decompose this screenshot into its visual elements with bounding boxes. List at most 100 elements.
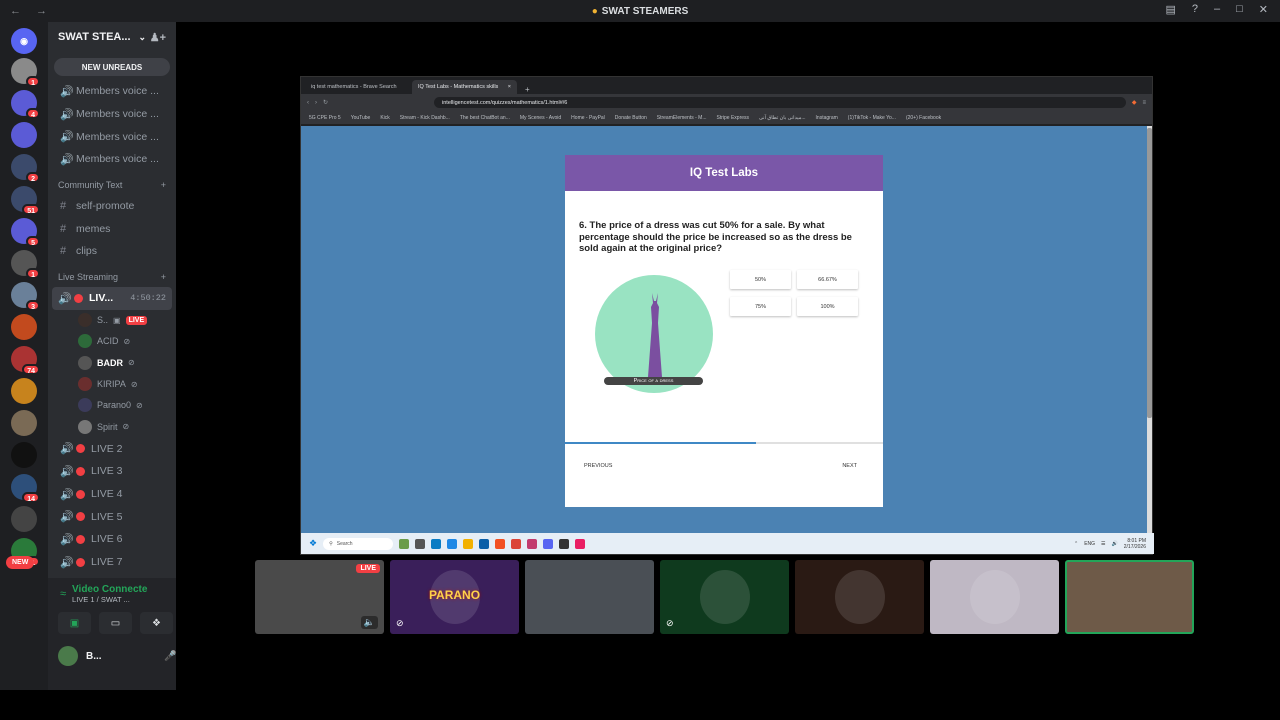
participant-tile[interactable] bbox=[795, 560, 924, 634]
brave-shield-icon[interactable]: ◆ bbox=[1132, 99, 1137, 106]
bookmark-item[interactable]: 5G CPE Pro 5 bbox=[309, 115, 341, 121]
voice-channel[interactable]: LIVE 1 / SWAT ... bbox=[72, 595, 181, 604]
app-icon[interactable] bbox=[527, 538, 538, 549]
obs-icon[interactable] bbox=[559, 538, 570, 549]
tab-iq-test[interactable]: IQ Test Labs - Mathematics skills × bbox=[412, 80, 517, 94]
bookmark-item[interactable]: Home - PayPal bbox=[571, 115, 605, 121]
menu-icon[interactable]: ≡ bbox=[1142, 100, 1146, 106]
new-unreads-button[interactable]: NEW UNREADS bbox=[54, 58, 170, 76]
add-channel-icon[interactable]: + bbox=[161, 272, 166, 282]
channel-live-1[interactable]: 🔊 LIV... 4:50:22 bbox=[52, 286, 172, 310]
voice-user[interactable]: Parano0 ⊘ bbox=[48, 395, 176, 416]
channel-members-voice[interactable]: 🔊 Members voice ... bbox=[48, 148, 176, 171]
participant-tile[interactable]: PARANO ⊘ bbox=[390, 560, 519, 634]
channel-live[interactable]: 🔊 LIVE 4 bbox=[48, 483, 176, 506]
option-50[interactable]: 50% bbox=[730, 270, 791, 289]
widget-icon[interactable] bbox=[399, 538, 410, 549]
channel-live[interactable]: 🔊 LIVE 2 bbox=[48, 437, 176, 460]
server-icon[interactable]: 4 bbox=[11, 90, 40, 119]
channel-live[interactable]: 🔊 LIVE 7 bbox=[48, 551, 176, 574]
discord-home-icon[interactable]: ◉ bbox=[11, 28, 37, 54]
volume-icon[interactable]: 🔊 bbox=[1112, 541, 1118, 547]
username[interactable]: B... bbox=[86, 651, 156, 662]
wifi-icon[interactable]: ☰ bbox=[1101, 541, 1105, 547]
lang-indicator[interactable]: ENG bbox=[1084, 541, 1095, 547]
server-icon[interactable] bbox=[11, 122, 37, 148]
bookmark-item[interactable]: Kick bbox=[380, 115, 389, 121]
camera-button[interactable]: ▣ bbox=[58, 612, 91, 634]
task-view-icon[interactable] bbox=[415, 538, 426, 549]
explorer-icon[interactable] bbox=[447, 538, 458, 549]
bookmark-item[interactable]: My Scenes - Avoid bbox=[520, 115, 561, 121]
bookmark-item[interactable]: (20+) Facebook bbox=[906, 115, 941, 121]
server-icon[interactable]: 1 bbox=[11, 58, 40, 87]
server-icon[interactable]: 3 bbox=[11, 282, 40, 311]
guild-header[interactable]: SWAT STEA... ⌄ ♟+ bbox=[48, 22, 176, 52]
voice-user[interactable]: BADR ⊘ bbox=[48, 352, 176, 373]
screen-share-button[interactable]: ▭ bbox=[99, 612, 132, 634]
bookmark-item[interactable]: Instagram bbox=[816, 115, 838, 121]
server-icon[interactable] bbox=[11, 314, 37, 340]
channel-text[interactable]: # memes bbox=[48, 217, 176, 240]
new-tab-icon[interactable]: + bbox=[519, 85, 536, 94]
avatar[interactable] bbox=[58, 646, 78, 666]
server-icon[interactable]: 74 bbox=[11, 346, 40, 375]
camera-tile[interactable] bbox=[525, 560, 654, 634]
next-button[interactable]: NEXT bbox=[842, 463, 857, 469]
scroll-thumb[interactable] bbox=[1147, 128, 1152, 418]
inbox-icon[interactable]: ▤ bbox=[1165, 3, 1175, 16]
activities-button[interactable]: ❖ bbox=[140, 612, 173, 634]
reload-icon[interactable]: ↻ bbox=[323, 99, 328, 106]
windows-start-icon[interactable]: ❖ bbox=[309, 538, 317, 549]
microphone-icon[interactable]: 🎤 bbox=[164, 651, 176, 662]
channel-text[interactable]: # self-promote bbox=[48, 195, 176, 218]
taskbar-search[interactable]: ⚲ Search bbox=[323, 537, 394, 550]
channel-live[interactable]: 🔊 LIVE 6 bbox=[48, 528, 176, 551]
category-community-text[interactable]: Community Text + bbox=[48, 175, 176, 195]
voice-user[interactable]: Spirit ⊘ bbox=[48, 416, 176, 437]
channel-members-voice[interactable]: 🔊 Members voice ... bbox=[48, 125, 176, 148]
volume-icon[interactable]: 🔈 bbox=[360, 616, 378, 629]
bookmark-item[interactable]: Stream - Kick Dashb... bbox=[400, 115, 450, 121]
discord-icon[interactable] bbox=[543, 538, 554, 549]
help-icon[interactable]: ? bbox=[1192, 3, 1198, 16]
channel-text[interactable]: # clips bbox=[48, 240, 176, 263]
camera-tile[interactable] bbox=[1065, 560, 1194, 634]
maximize-button[interactable]: □ bbox=[1236, 3, 1243, 16]
folder-icon[interactable] bbox=[463, 538, 474, 549]
minimize-button[interactable]: – bbox=[1214, 3, 1220, 16]
clock[interactable]: 8:01 PM 2/17/2026 bbox=[1124, 538, 1146, 550]
forward-icon[interactable]: › bbox=[315, 100, 317, 106]
server-icon[interactable] bbox=[11, 378, 37, 404]
bookmark-item[interactable]: Donate Button bbox=[615, 115, 647, 121]
store-icon[interactable] bbox=[479, 538, 490, 549]
server-icon[interactable]: 1 bbox=[11, 250, 40, 279]
close-tab-icon[interactable]: × bbox=[508, 84, 511, 90]
voice-user[interactable]: S.. ▣ LIVE bbox=[48, 310, 176, 331]
option-66-67[interactable]: 66.67% bbox=[797, 270, 858, 289]
channel-live[interactable]: 🔊 LIVE 5 bbox=[48, 505, 176, 528]
brave-icon[interactable] bbox=[495, 538, 506, 549]
tab-search[interactable]: iq test mathematics - Brave Search bbox=[305, 80, 410, 94]
server-icon[interactable] bbox=[11, 410, 37, 436]
server-icon[interactable] bbox=[11, 442, 37, 468]
add-channel-icon[interactable]: + bbox=[161, 180, 166, 190]
server-icon[interactable] bbox=[11, 506, 37, 532]
previous-button[interactable]: PREVIOUS bbox=[584, 463, 612, 469]
voice-user[interactable]: ACID ⊘ bbox=[48, 331, 176, 352]
chrome-icon[interactable] bbox=[511, 538, 522, 549]
chevron-up-icon[interactable]: ⌃ bbox=[1074, 541, 1078, 547]
channel-live[interactable]: 🔊 LIVE 3 bbox=[48, 460, 176, 483]
edge-icon[interactable] bbox=[431, 538, 442, 549]
server-icon[interactable]: 14 bbox=[11, 474, 40, 503]
server-icon[interactable]: 51 bbox=[11, 186, 40, 215]
signal-icon[interactable]: ≈ bbox=[60, 588, 66, 600]
server-icon[interactable]: 2 bbox=[11, 154, 40, 183]
close-button[interactable]: ✕ bbox=[1259, 3, 1268, 16]
bookmark-item[interactable]: YouTube bbox=[351, 115, 371, 121]
back-icon[interactable]: ‹ bbox=[307, 100, 309, 106]
participant-tile[interactable] bbox=[930, 560, 1059, 634]
bookmark-item[interactable]: (1)TikTok - Make Yo... bbox=[848, 115, 896, 121]
channel-members-voice[interactable]: 🔊 Members voice ... bbox=[48, 103, 176, 126]
url-field[interactable]: intelligencetest.com/quizzes/mathematics… bbox=[434, 97, 1126, 108]
